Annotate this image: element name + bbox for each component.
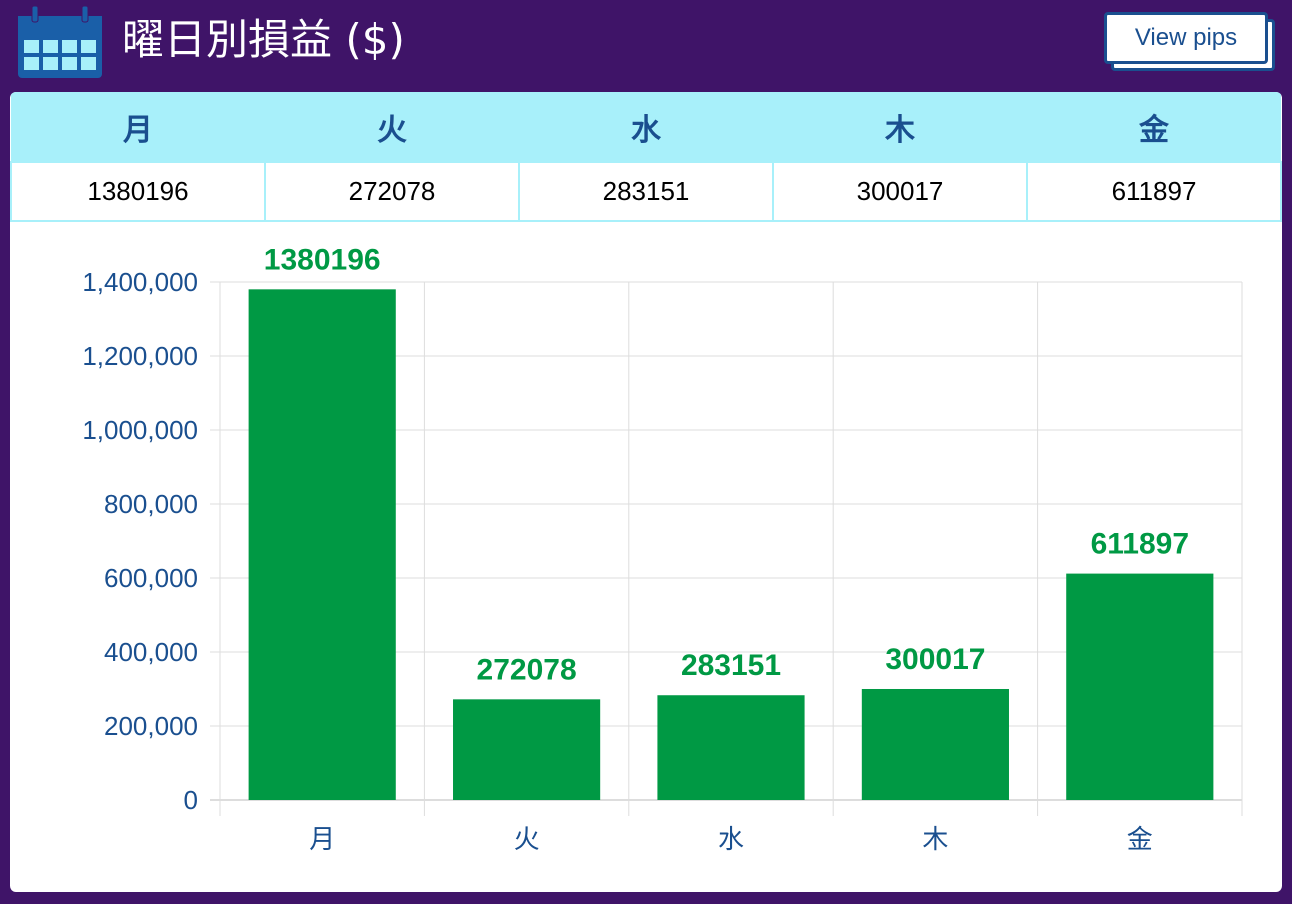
chart-panel: 月 火 水 木 金 1380196 272078 283151 300017 6… xyxy=(10,92,1282,892)
page-title: 曜日別損益 ($) xyxy=(122,15,405,64)
bar xyxy=(861,688,1009,800)
bar xyxy=(1066,573,1214,800)
bar xyxy=(453,699,601,800)
y-tick-label: 0 xyxy=(184,785,198,815)
x-tick-label: 金 xyxy=(1127,824,1153,854)
y-tick-label: 1,000,000 xyxy=(82,415,198,445)
x-tick-label: 木 xyxy=(922,824,948,854)
x-tick-label: 水 xyxy=(718,824,744,854)
bar xyxy=(657,695,805,800)
bar xyxy=(248,289,396,800)
y-tick-label: 600,000 xyxy=(104,563,198,593)
view-pips-button[interactable]: View pips xyxy=(1104,12,1268,64)
bar-value-label: 1380196 xyxy=(264,243,381,276)
x-tick-label: 月 xyxy=(309,824,335,854)
y-tick-label: 200,000 xyxy=(104,711,198,741)
bar-value-label: 272078 xyxy=(477,653,577,686)
x-tick-label: 火 xyxy=(514,824,540,854)
bar-chart: 0 200,000 400,000 600,000 800,000 1,000,000 1,… xyxy=(82,243,1243,854)
bar-value-label: 300017 xyxy=(885,643,985,676)
y-tick-label: 800,000 xyxy=(104,489,198,519)
y-tick-label: 1,200,000 xyxy=(82,341,198,371)
y-tick-label: 400,000 xyxy=(104,637,198,667)
bar-value-label: 283151 xyxy=(681,649,781,682)
header: 曜日別損益 ($) View pips xyxy=(0,0,1292,90)
y-tick-label: 1,400,000 xyxy=(82,267,198,297)
calendar-icon xyxy=(18,5,102,78)
bar-value-label: 611897 xyxy=(1091,528,1189,561)
